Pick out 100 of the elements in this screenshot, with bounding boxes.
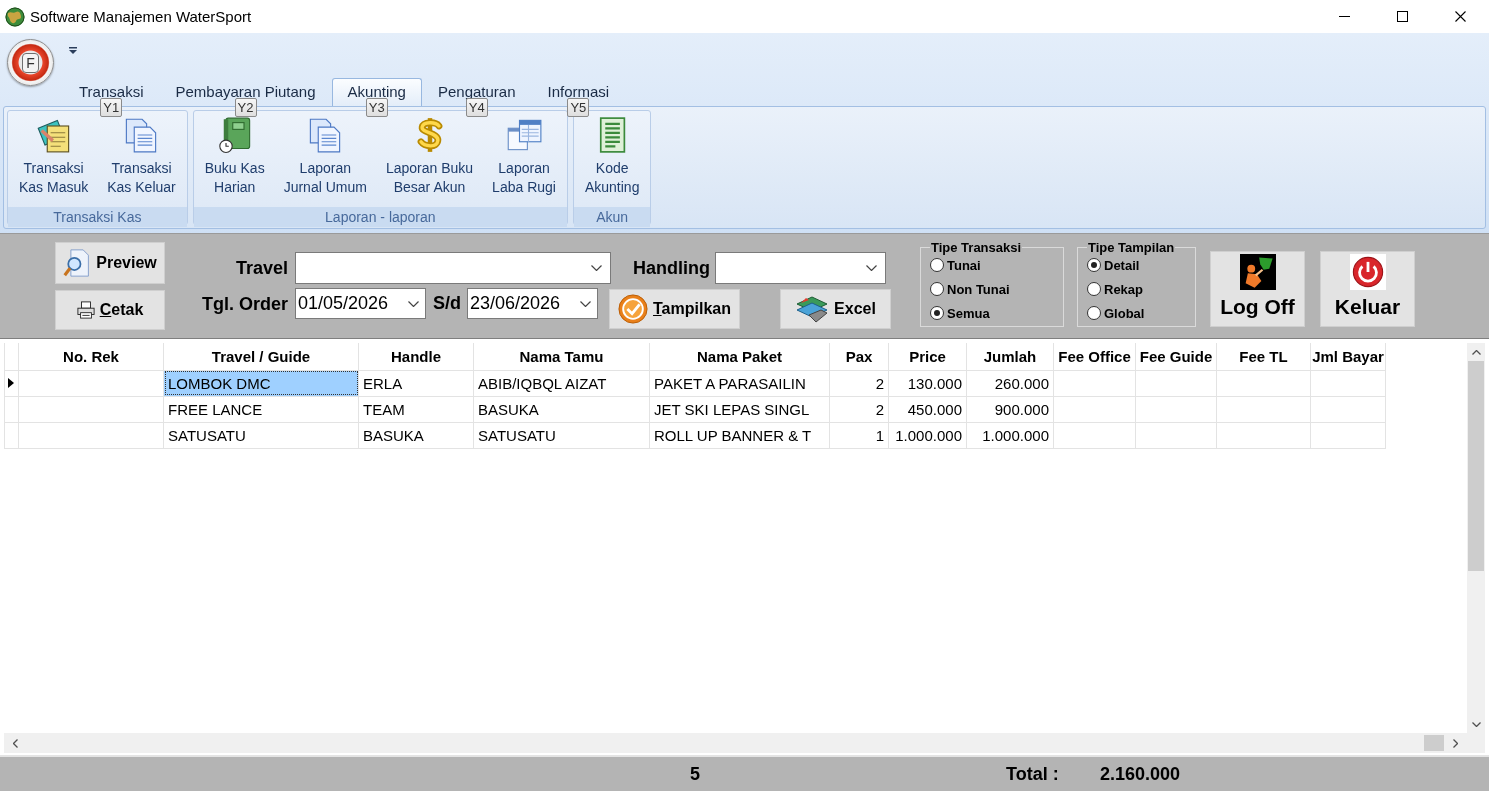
close-icon <box>1454 11 1466 22</box>
table-cell: JET SKI LEPAS SINGL <box>649 396 830 422</box>
keytip: Y4 <box>465 98 488 117</box>
windows-icon <box>506 117 542 153</box>
field-label: Tgl. Order <box>201 293 288 316</box>
dropdown-field[interactable] <box>295 252 611 284</box>
table-cell: 2 <box>829 370 889 396</box>
column-header[interactable]: Fee TL <box>1216 343 1311 370</box>
logoff-button[interactable]: Log Off <box>1210 251 1305 327</box>
column-header[interactable]: Nama Tamu <box>473 343 650 370</box>
total-value: 2.160.000 <box>1100 763 1181 785</box>
table-cell: 450.000 <box>888 396 967 422</box>
table-cell: PAKET A PARASAILIN <box>649 370 830 396</box>
row-header-cell[interactable] <box>4 370 19 396</box>
window-title: Software Manajemen WaterSport <box>30 8 253 25</box>
table-cell: ERLA <box>358 370 474 396</box>
dropdown-arrow-icon[interactable] <box>69 47 77 54</box>
radio-label[interactable]: Detail <box>1104 257 1140 273</box>
radio-label[interactable]: Tunai <box>947 257 981 273</box>
table-cell: BASUKA <box>473 396 650 422</box>
ribbon-button[interactable]: Laporan Buku Besar Akun <box>379 117 480 207</box>
ribbon-button[interactable]: Laporan Jurnal Umum <box>277 117 373 207</box>
magnifier-document-icon <box>63 249 92 277</box>
column-header[interactable]: Travel / Guide <box>163 343 359 370</box>
column-header[interactable]: No. Rek <box>18 343 164 370</box>
scrollbar-thumb[interactable] <box>1468 361 1484 571</box>
field-label: S/d <box>432 292 462 315</box>
group-caption: Akun <box>573 207 651 227</box>
date-picker[interactable]: 01/05/2026 <box>295 288 426 319</box>
table-cell: FREE LANCE <box>163 396 359 422</box>
minimize-icon <box>1338 16 1350 17</box>
vertical-scrollbar[interactable] <box>1467 343 1485 733</box>
radio-label[interactable]: Global <box>1104 305 1145 321</box>
ribbon-button[interactable]: Buku Kas Harian <box>198 117 271 207</box>
radio-button[interactable] <box>930 258 944 272</box>
radio-button[interactable] <box>1087 282 1101 296</box>
maximize-icon <box>1396 11 1408 22</box>
row-header-cell[interactable] <box>4 396 19 422</box>
ribbon-button[interactable]: Kode Akunting <box>578 117 646 207</box>
app-menu-button[interactable]: F <box>7 39 54 86</box>
dropdown-field[interactable] <box>715 252 886 284</box>
person-tile-icon <box>1239 254 1276 290</box>
table-cell: 130.000 <box>888 370 967 396</box>
chevron-right-icon[interactable] <box>1453 738 1458 748</box>
printer-icon <box>76 301 95 319</box>
field-label: Handling <box>633 257 710 280</box>
exit-button[interactable]: Keluar <box>1320 251 1415 327</box>
ribbon-button[interactable]: Transaksi Kas Masuk <box>13 117 95 207</box>
table-cell: ABIB/IQBQL AIZAT <box>473 370 650 396</box>
table-cell: 900.000 <box>966 396 1054 422</box>
table-cell: 260.000 <box>966 370 1054 396</box>
table-cell: LOMBOK DMC <box>163 370 359 396</box>
group-title: Tipe Transaksi <box>930 240 1023 255</box>
chevron-down-icon[interactable] <box>591 265 602 271</box>
field-label: Travel <box>234 257 288 280</box>
print-button[interactable]: Cetak <box>55 290 165 330</box>
chevron-down-icon[interactable] <box>408 300 419 307</box>
chevron-up-icon[interactable] <box>1471 350 1481 355</box>
group-caption: Transaksi Kas <box>8 207 187 227</box>
column-header[interactable]: Pax <box>829 343 889 370</box>
date-picker[interactable]: 23/06/2026 <box>467 288 598 319</box>
table-cell: SATUSATU <box>473 422 650 448</box>
ribbon-button[interactable]: Transaksi Kas Keluar <box>101 117 182 207</box>
column-header[interactable]: Fee Guide <box>1135 343 1217 370</box>
table-cell: 1.000.000 <box>966 422 1054 448</box>
column-header[interactable]: Fee Office <box>1053 343 1136 370</box>
chevron-left-icon[interactable] <box>13 738 18 748</box>
column-header[interactable]: Jml Bayar <box>1310 343 1386 370</box>
radio-button[interactable] <box>1087 306 1101 320</box>
table-cell: BASUKA <box>358 422 474 448</box>
table-cell: 1.000.000 <box>888 422 967 448</box>
table-cell: ROLL UP BANNER & T <box>649 422 830 448</box>
power-icon <box>1349 254 1386 290</box>
show-button[interactable]: Tampilkan <box>609 289 740 329</box>
chevron-down-icon[interactable] <box>1471 722 1481 727</box>
radio-label[interactable]: Non Tunai <box>947 281 1010 297</box>
column-header[interactable]: Jumlah <box>966 343 1054 370</box>
table-cell: TEAM <box>358 396 474 422</box>
spreadsheet-icon <box>795 295 830 323</box>
radio-label[interactable]: Semua <box>947 305 990 321</box>
record-count: 5 <box>690 763 701 785</box>
excel-button[interactable]: Excel <box>780 289 891 329</box>
preview-button[interactable]: Preview <box>55 242 165 284</box>
keytip: Y5 <box>567 98 590 117</box>
column-header[interactable]: Price <box>888 343 967 370</box>
radio-button[interactable] <box>930 306 944 320</box>
horizontal-scrollbar[interactable] <box>4 733 1467 753</box>
column-header[interactable]: Handle <box>358 343 474 370</box>
ribbon-button[interactable]: Laporan Laba Rugi <box>486 117 562 207</box>
column-header[interactable]: Nama Paket <box>649 343 830 370</box>
radio-button[interactable] <box>1087 258 1101 272</box>
total-label: Total : <box>1006 763 1060 785</box>
table-cell: SATUSATU <box>163 422 359 448</box>
chevron-down-icon[interactable] <box>580 300 591 307</box>
row-header-cell[interactable] <box>4 422 19 448</box>
radio-label[interactable]: Rekap <box>1104 281 1144 297</box>
chevron-down-icon[interactable] <box>866 265 877 271</box>
scrollbar-thumb[interactable] <box>1424 735 1444 751</box>
table-cell: 2 <box>829 396 889 422</box>
radio-button[interactable] <box>930 282 944 296</box>
